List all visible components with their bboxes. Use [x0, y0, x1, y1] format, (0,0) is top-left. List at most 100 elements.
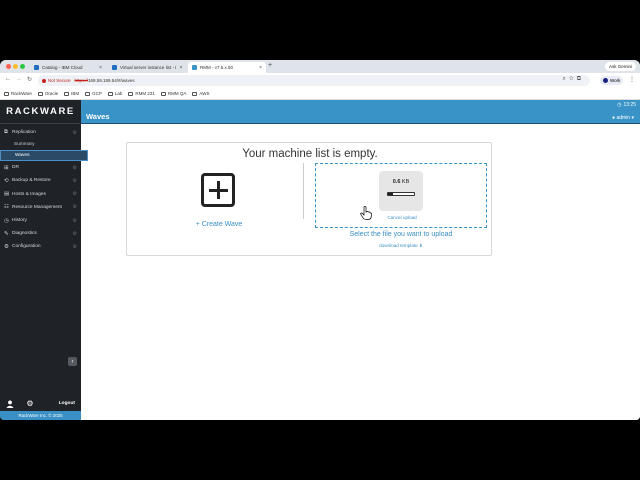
create-wave-link[interactable]: + Create Wave	[183, 221, 255, 228]
gear-icon: ⚙	[26, 399, 34, 408]
clock: ◷ 13:25	[617, 102, 636, 108]
user-menu[interactable]: ● admin ▾	[612, 115, 634, 121]
close-window-button[interactable]	[6, 64, 11, 69]
select-file-link[interactable]: Select the file you want to upload	[315, 231, 487, 238]
browser-tab-vsi-list[interactable]: Virtual server instance list - I ×	[108, 62, 186, 73]
download-icon: ⬇	[418, 243, 423, 248]
upload-progress-bar	[387, 192, 415, 196]
sidebar-item-configuration[interactable]: ⚙ Configuration ⚙	[0, 240, 81, 253]
download-template-label: download template	[379, 243, 418, 248]
bookmarks-bar: RackWare Oracle IBM GCP Lab RMM 231 RMM …	[0, 88, 640, 100]
sidebar: RACKWARE ⧉ Replication ⚙ Summary Waves ⊞…	[0, 100, 88, 420]
wrench-icon: ✎	[4, 230, 9, 237]
user-name: admin	[616, 115, 631, 121]
upload-progress-fill	[388, 193, 394, 195]
main-content: Your machine list is empty. + Create Wav…	[81, 124, 640, 420]
bookmark-label: RackWare	[11, 91, 32, 96]
rackware-logo[interactable]: RACKWARE	[0, 100, 81, 124]
sidebar-item-backup-restore[interactable]: ⟲ Backup & Restore ⚙	[0, 174, 81, 187]
new-tab-button[interactable]: +	[268, 62, 272, 69]
gear-icon[interactable]: ⚙	[73, 165, 77, 171]
minimize-window-button[interactable]	[13, 64, 18, 69]
gear-icon[interactable]: ⚙	[73, 218, 77, 224]
folder-icon	[192, 91, 198, 96]
browser-tab-rmm[interactable]: RMM - v7.5.x.50 ×	[188, 62, 266, 73]
back-arrow-icon[interactable]: ←	[5, 76, 11, 82]
bookmark-gcp[interactable]: GCP	[85, 91, 102, 96]
gear-icon[interactable]: ⚙	[73, 231, 77, 237]
profile-button[interactable]: Work	[600, 76, 624, 85]
sidebar-bottom-bar: ⚙ Logout	[0, 396, 81, 411]
gear-icon[interactable]: ⚙	[73, 191, 77, 197]
omnibox-action-icons[interactable]: ⌕☆⧉	[562, 76, 584, 83]
profile-label: Work	[610, 78, 621, 83]
url-scheme: https://	[74, 78, 89, 83]
tab-title: Catalog - IBM Cloud	[42, 65, 83, 70]
ibm-cloud-favicon-icon	[34, 65, 39, 70]
forward-arrow-icon[interactable]: →	[16, 76, 22, 82]
folder-icon	[128, 91, 134, 96]
sidebar-item-resource-management[interactable]: ☷ Resource Management ⚙	[0, 201, 81, 214]
close-tab-icon[interactable]: ×	[176, 65, 182, 71]
user-icon: ●	[612, 115, 616, 121]
gear-icon[interactable]: ⚙	[73, 204, 77, 210]
tab-title: RMM - v7.5.x.50	[200, 65, 234, 70]
empty-machine-list-panel: Your machine list is empty. + Create Wav…	[126, 142, 492, 256]
clock-icon: ◷	[617, 102, 622, 108]
bookmark-rmm-231[interactable]: RMM 231	[128, 91, 155, 96]
gear-icon[interactable]: ⚙	[73, 130, 77, 136]
cancel-upload-link[interactable]: Cancel upload	[316, 215, 488, 220]
close-tab-icon[interactable]: ×	[256, 65, 262, 71]
not-secure-label: Not Secure	[48, 78, 71, 83]
bookmark-label: AWS	[199, 91, 210, 96]
gear-icon[interactable]: ⚙	[73, 244, 77, 250]
user-profile-button[interactable]	[0, 399, 20, 408]
sidebar-item-hosts-images[interactable]: ▤ Hosts & Images ⚙	[0, 188, 81, 201]
sidebar-item-dr[interactable]: ⊞ DR ⚙	[0, 161, 81, 174]
bookmark-label: RMM QA	[167, 91, 187, 96]
resource-icon: ☷	[4, 204, 9, 211]
file-drop-zone[interactable]: 0.6 KB Cancel upload	[315, 163, 487, 228]
page-title: Waves	[86, 112, 110, 121]
bookmark-oracle[interactable]: Oracle	[37, 91, 58, 96]
collapse-sidebar-button[interactable]: ‹	[68, 357, 77, 366]
ibm-cloud-favicon-icon	[112, 65, 117, 70]
history-icon: ◷	[4, 217, 9, 224]
maximize-window-button[interactable]	[20, 64, 25, 69]
chevron-left-icon: ‹	[71, 358, 74, 365]
reload-icon[interactable]: ↻	[27, 76, 32, 83]
sidebar-item-replication[interactable]: ⧉ Replication ⚙	[0, 126, 81, 139]
ask-gemini-label: Ask Gemini	[608, 64, 632, 69]
user-icon	[6, 399, 14, 408]
folder-icon	[64, 91, 70, 96]
url-input[interactable]: Not Secure https:// 169.59.189.54/#/wave…	[38, 75, 590, 86]
sidebar-item-diagnostics[interactable]: ✎ Diagnostics ⚙	[0, 227, 81, 240]
sidebar-subitem-summary[interactable]: Summary	[0, 139, 81, 150]
sidebar-item-label: Resource Management	[12, 204, 62, 210]
sidebar-item-history[interactable]: ◷ History ⚙	[0, 214, 81, 227]
sidebar-subitem-waves[interactable]: Waves	[0, 150, 88, 162]
bookmark-rmm-qa[interactable]: RMM QA	[160, 91, 187, 96]
not-secure-badge[interactable]: Not Secure	[42, 78, 71, 83]
ask-gemini-button[interactable]: Ask Gemini	[604, 62, 636, 71]
folder-icon	[107, 91, 113, 96]
settings-button[interactable]: ⚙	[20, 399, 40, 408]
bookmark-label: RMM 231	[135, 91, 155, 96]
gear-icon[interactable]: ⚙	[73, 178, 77, 184]
hosts-icon: ▤	[4, 191, 10, 198]
close-tab-icon[interactable]: ×	[96, 65, 102, 71]
browser-menu-icon[interactable]: ⋮	[629, 76, 635, 83]
download-template-link[interactable]: download template ⬇	[315, 243, 487, 249]
chevron-down-icon: ▾	[631, 115, 634, 121]
logout-button[interactable]: Logout	[59, 401, 75, 406]
replication-icon: ⧉	[4, 129, 8, 136]
browser-window: Catalog - IBM Cloud × Virtual server ins…	[0, 60, 640, 420]
bookmark-lab[interactable]: Lab	[107, 91, 122, 96]
bookmark-ibm[interactable]: IBM	[64, 91, 79, 96]
browser-tab-catalog[interactable]: Catalog - IBM Cloud ×	[30, 62, 106, 73]
bookmark-aws[interactable]: AWS	[192, 91, 210, 96]
plus-square-icon[interactable]	[201, 173, 235, 207]
backup-icon: ⟲	[4, 177, 9, 184]
hand-cursor-icon	[360, 206, 372, 220]
bookmark-rackware[interactable]: RackWare	[4, 91, 32, 96]
